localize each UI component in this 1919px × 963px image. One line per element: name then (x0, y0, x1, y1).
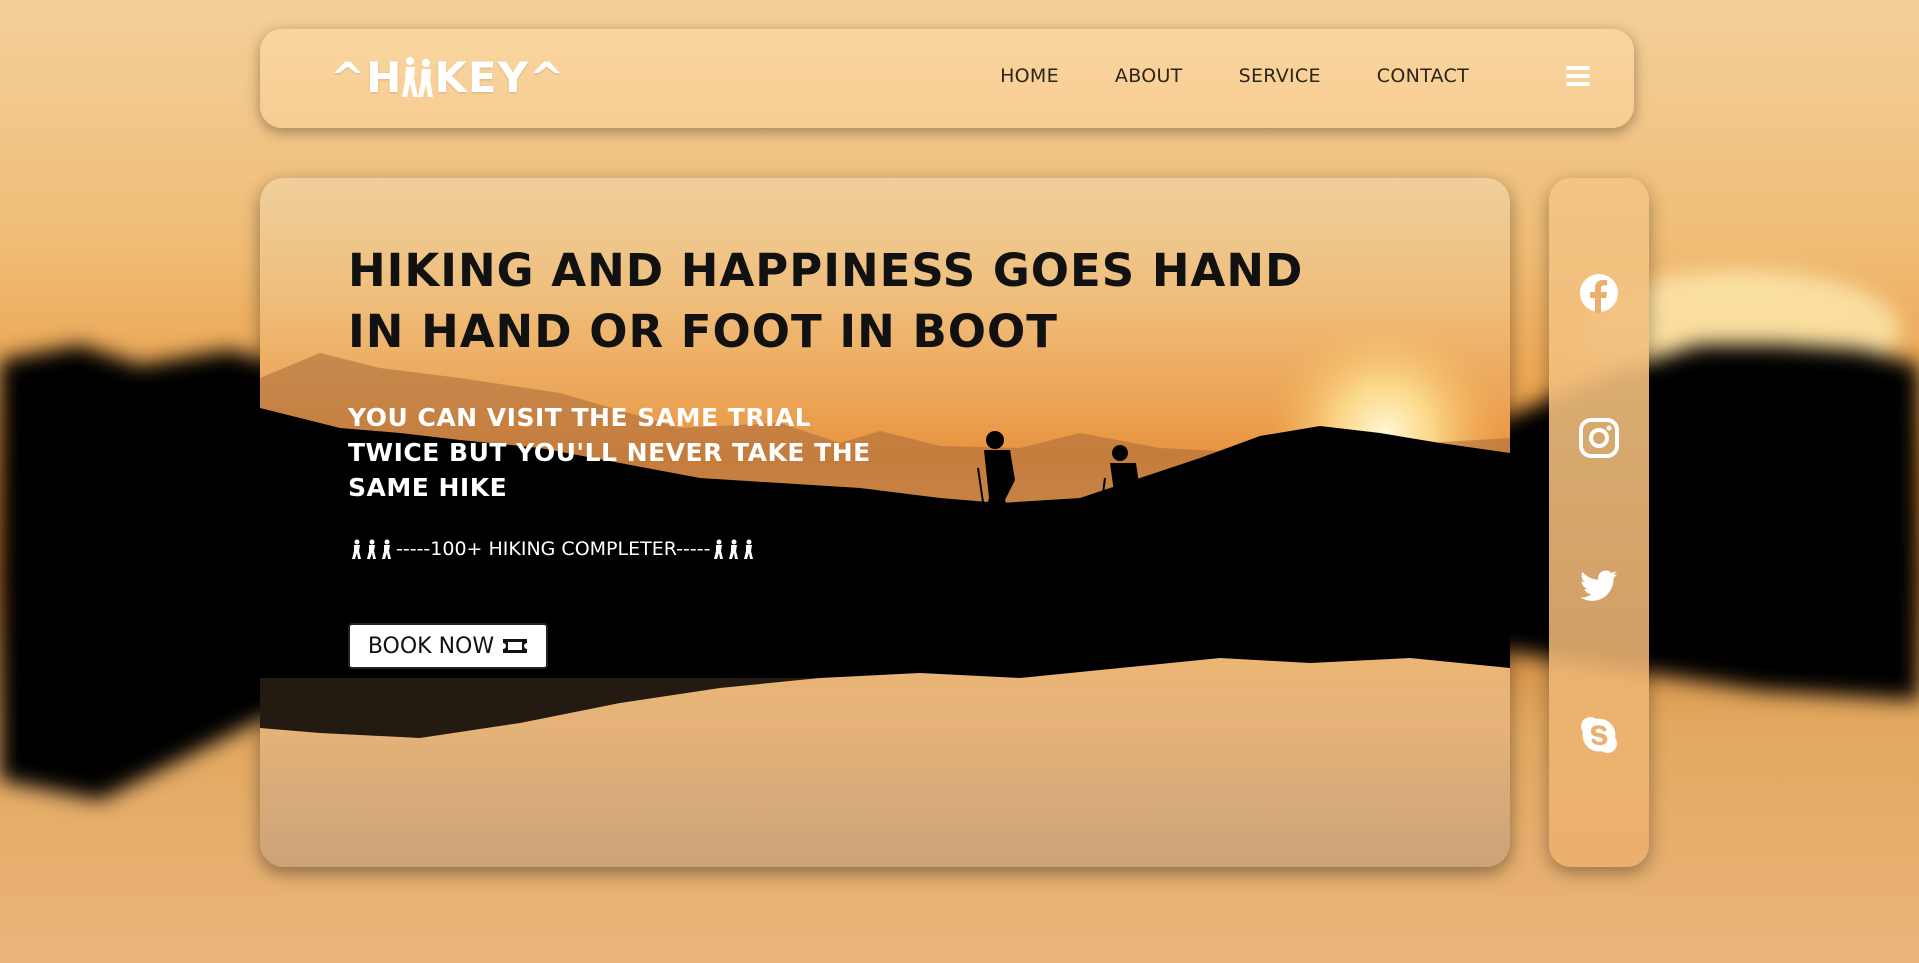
logo-text-start: ^H (330, 52, 403, 102)
nav-home[interactable]: HOME (1000, 65, 1059, 87)
book-now-button[interactable]: BOOK NOW (348, 623, 548, 669)
nav-contact[interactable]: CONTACT (1377, 65, 1469, 87)
nav-about[interactable]: ABOUT (1115, 65, 1183, 87)
hero-title: HIKING AND HAPPINESS GOES HAND IN HAND O… (348, 244, 1304, 358)
hero-card: HIKING AND HAPPINESS GOES HAND IN HAND O… (260, 178, 1510, 867)
ticket-icon (503, 639, 528, 653)
facebook-icon[interactable] (1579, 273, 1619, 313)
book-now-label: BOOK NOW (367, 633, 495, 659)
hamburger-icon[interactable] (1566, 66, 1590, 88)
hikers-icon (712, 539, 756, 559)
hikers-icon (402, 57, 434, 97)
site-header: ^H KEY^ HOME ABOUT SERVICE CONTACT (260, 29, 1634, 128)
nav-service[interactable]: SERVICE (1239, 65, 1321, 87)
social-sidebar (1549, 178, 1649, 867)
main-nav: HOME ABOUT SERVICE CONTACT (1000, 65, 1469, 87)
hiking-stat: -----100+ HIKING COMPLETER----- (348, 538, 758, 560)
instagram-icon[interactable] (1579, 418, 1619, 458)
twitter-icon[interactable] (1579, 566, 1619, 606)
hikers-icon (350, 539, 394, 559)
hiking-stat-text: -----100+ HIKING COMPLETER----- (396, 538, 711, 560)
site-logo[interactable]: ^H KEY^ (330, 51, 565, 103)
hero-subtitle: YOU CAN VISIT THE SAME TRIAL TWICE BUT Y… (348, 403, 871, 502)
logo-text-end: KEY^ (434, 52, 566, 102)
skype-icon[interactable] (1579, 715, 1619, 755)
